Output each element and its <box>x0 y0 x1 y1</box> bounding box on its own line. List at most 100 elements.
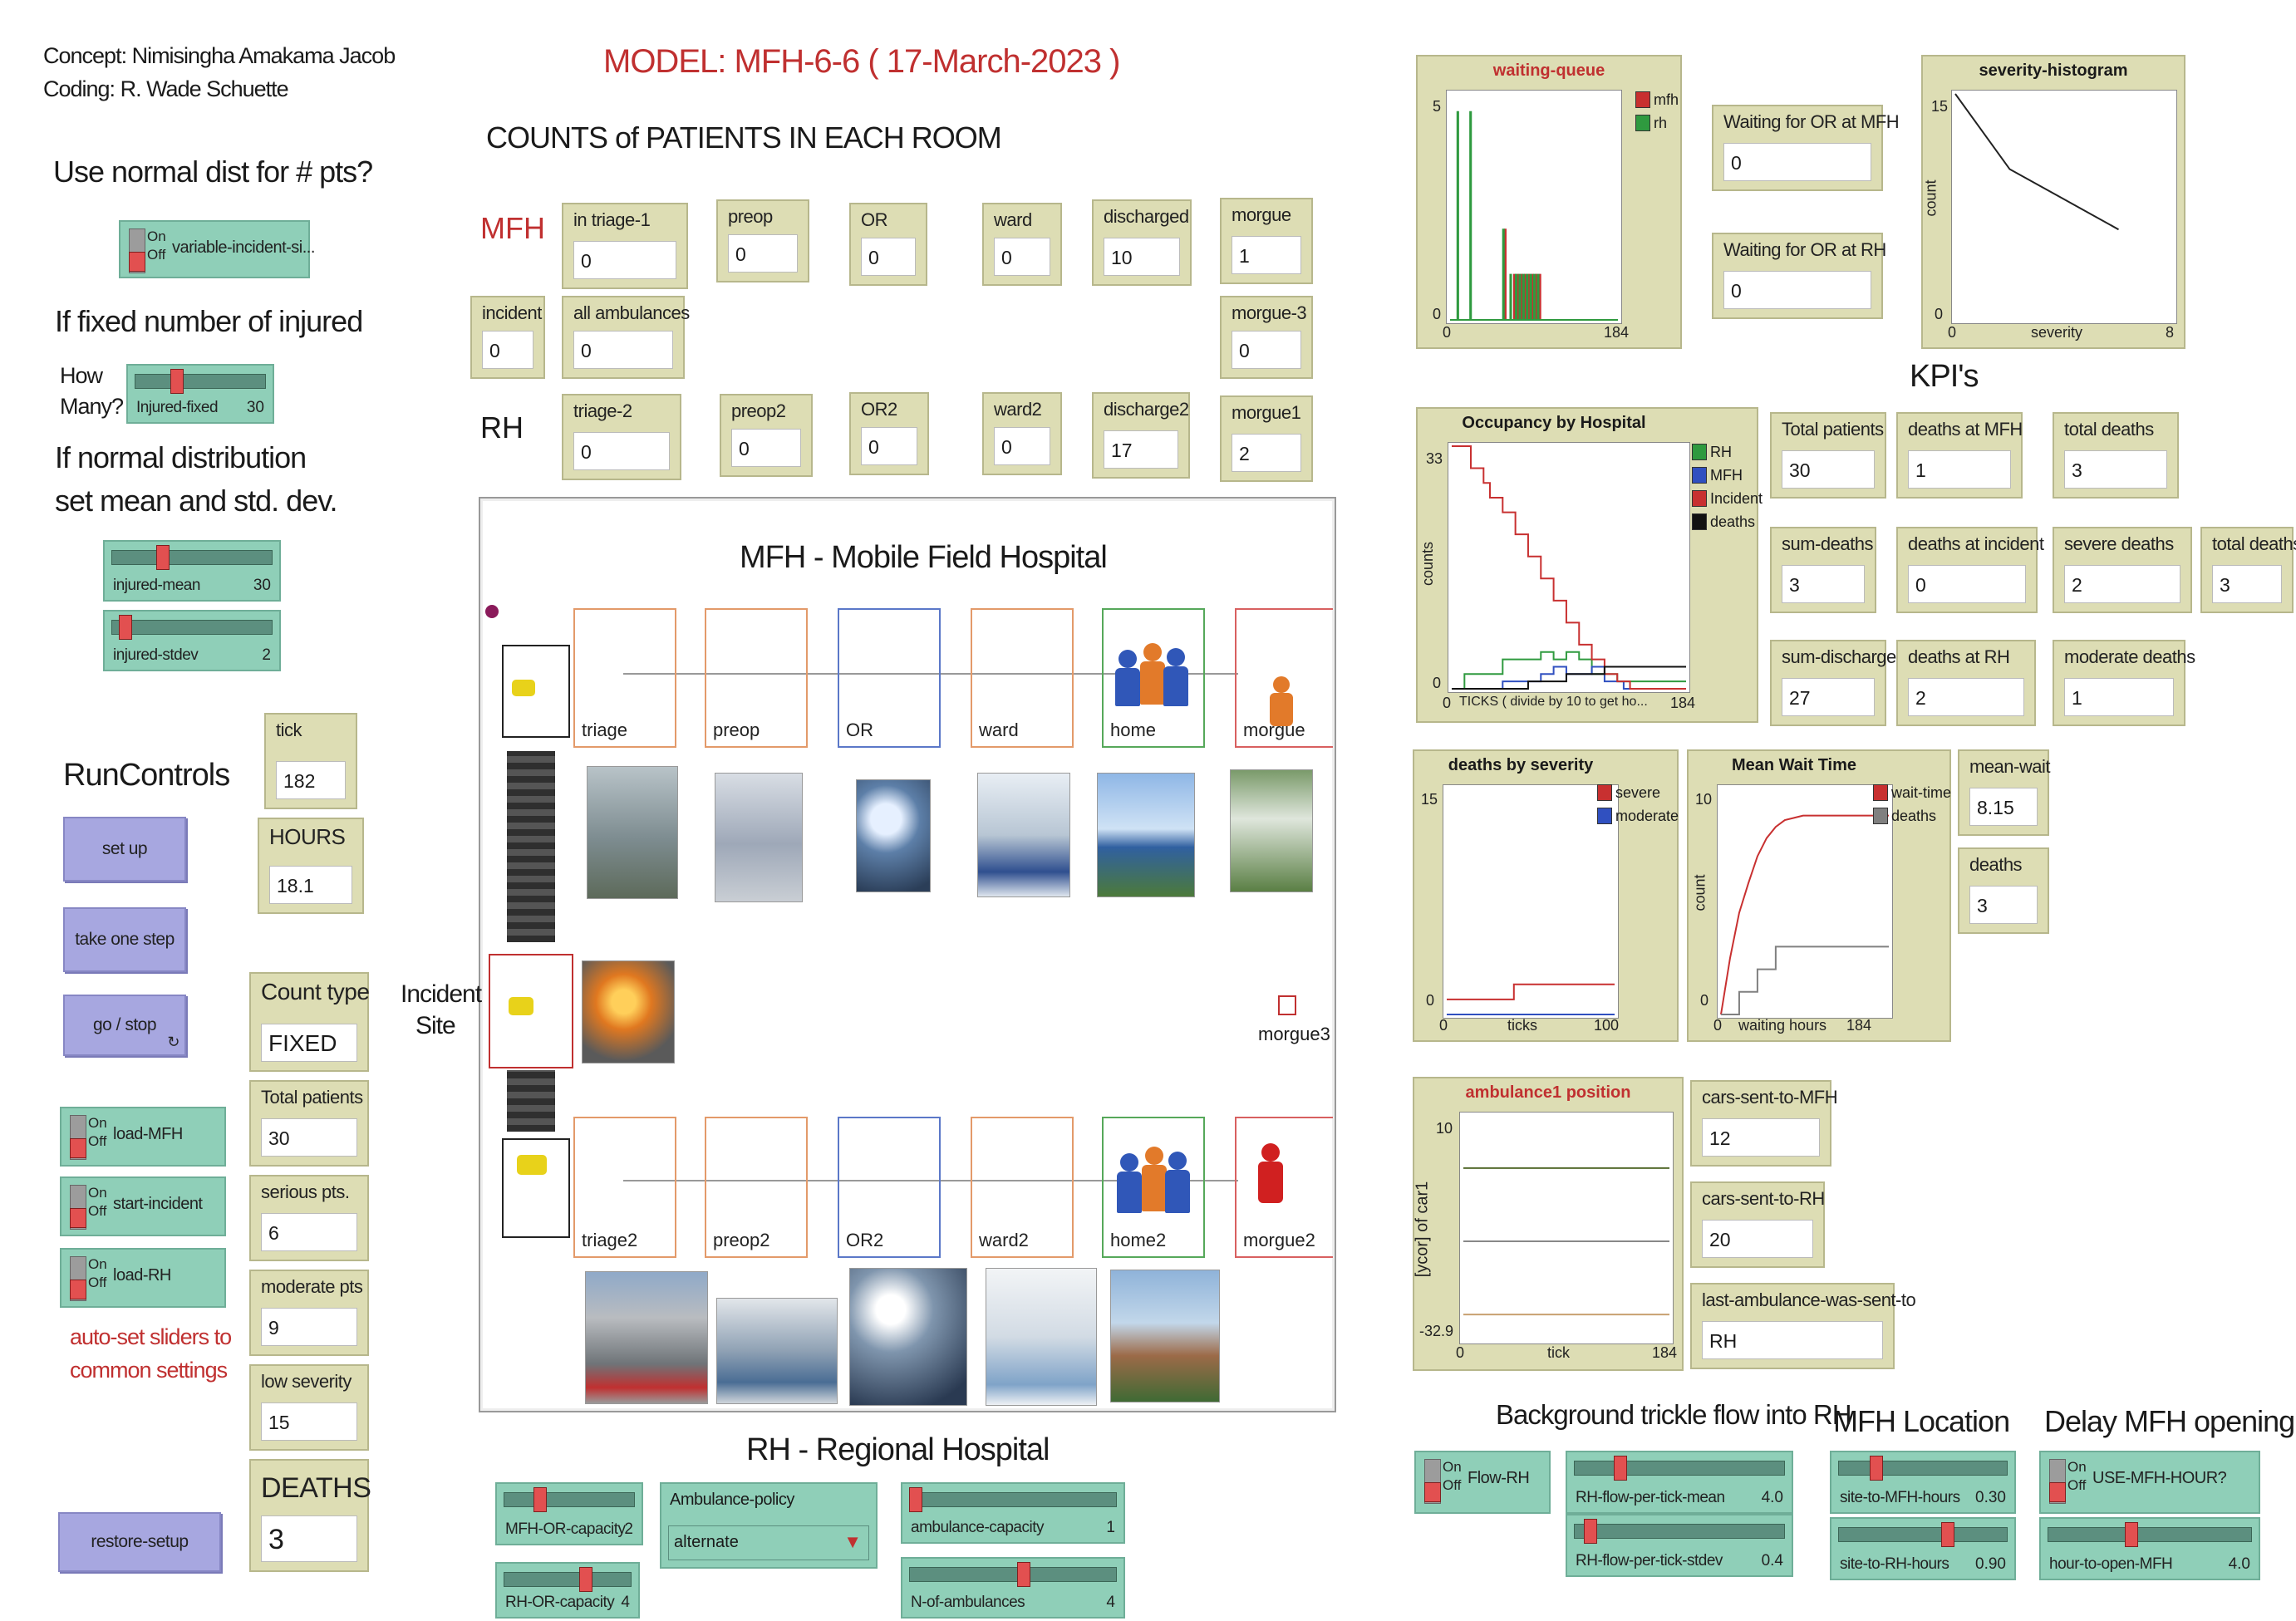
patients-group-icon <box>1115 643 1190 710</box>
rh-regional-label: RH - Regional Hospital <box>746 1432 1050 1467</box>
rh-or-capacity-slider[interactable]: RH-OR-capacity 4 <box>495 1562 640 1619</box>
series-line-deaths <box>1452 666 1686 690</box>
slider-knob[interactable] <box>119 615 132 640</box>
rh-row-label: RH <box>480 410 524 445</box>
monitor-title: Waiting for OR at RH <box>1723 239 1886 260</box>
slider-name: hour-to-open-MFH <box>2049 1555 2173 1573</box>
y-tick-min: 0 <box>1935 306 1944 322</box>
monitor-title: Count type <box>261 979 370 1005</box>
morgue3-marker <box>1278 995 1296 1015</box>
delay-mfh-label: Delay MFH opening <box>2044 1404 2295 1438</box>
legend-swatch <box>1692 444 1707 460</box>
plot-legend: RH MFH Incident deaths <box>1692 440 1763 533</box>
variable-incident-switch[interactable]: On Off variable-incident-si... <box>119 220 315 278</box>
slider-knob[interactable] <box>156 545 170 570</box>
slider-name: Injured-fixed <box>136 399 219 416</box>
monitor-value: 0 <box>1232 331 1301 369</box>
ambulance-capacity-slider[interactable]: ambulance-capacity 1 <box>901 1482 1125 1544</box>
slider-value: 0.90 <box>1975 1555 2006 1573</box>
chooser-select[interactable]: alternate ▼ <box>668 1525 869 1560</box>
rh-flow-mean-slider[interactable]: RH-flow-per-tick-mean 4.0 <box>1566 1451 1793 1514</box>
injured-fixed-slider[interactable]: Injured-fixed 30 <box>126 364 274 424</box>
slider-knob[interactable] <box>170 369 184 394</box>
ambulance-policy-chooser[interactable]: Ambulance-policy alternate ▼ <box>660 1482 878 1569</box>
site-to-rh-slider[interactable]: site-to-RH-hours 0.90 <box>1830 1517 2016 1580</box>
slider-knob[interactable] <box>533 1487 547 1512</box>
slider-name: injured-mean <box>113 577 200 594</box>
slider-knob[interactable] <box>2125 1522 2138 1547</box>
slider-track <box>1838 1461 2008 1476</box>
room-home: home <box>1102 608 1205 748</box>
rh-flow-stdev-slider[interactable]: RH-flow-per-tick-stdev 0.4 <box>1566 1514 1793 1577</box>
load-mfh-switch[interactable]: On Off load-MFH <box>60 1107 226 1167</box>
take-one-step-button[interactable]: take one step <box>63 907 186 972</box>
monitor-value: 2 <box>1232 434 1301 472</box>
chooser-value: alternate <box>674 1533 739 1551</box>
ward-monitor: ward 0 <box>982 203 1062 286</box>
legend-item: deaths <box>1873 804 1951 828</box>
legend-swatch <box>1635 115 1650 131</box>
slider-name: site-to-RH-hours <box>1840 1555 1949 1573</box>
monitor-value: 0 <box>994 238 1050 276</box>
monitor-value: 0 <box>861 238 916 276</box>
use-mfh-hour-switch[interactable]: On Off USE-MFH-HOUR? <box>2039 1451 2260 1514</box>
series-line-rh <box>1450 111 1618 321</box>
room-label: home2 <box>1110 1230 1167 1250</box>
monitor-value: 30 <box>261 1118 357 1157</box>
injured-mean-slider[interactable]: injured-mean 30 <box>103 540 281 602</box>
setup-button[interactable]: set up <box>63 817 186 882</box>
monitor-title: preop <box>728 206 773 227</box>
slider-knob[interactable] <box>1941 1522 1954 1547</box>
switch-name: load-MFH <box>113 1125 183 1143</box>
x-tick-min: 0 <box>1456 1344 1465 1361</box>
or2-photo <box>849 1268 967 1406</box>
switch-off-label: Off <box>88 1275 107 1290</box>
slider-name: ambulance-capacity <box>911 1519 1044 1536</box>
legend-swatch <box>1597 808 1612 824</box>
x-axis-label: TICKS ( divide by 10 to get ho... <box>1459 695 1648 709</box>
morgue-monitor: morgue 1 <box>1220 198 1313 284</box>
room-morgue2: morgue2 <box>1235 1117 1333 1258</box>
plot-svg <box>1450 111 1618 321</box>
slider-track <box>504 1492 635 1507</box>
mfh-or-capacity-slider[interactable]: MFH-OR-capacity 2 <box>495 1482 643 1545</box>
go-stop-button[interactable]: go / stop ↻ <box>63 995 186 1056</box>
hour-to-open-mfh-slider[interactable]: hour-to-open-MFH 4.0 <box>2039 1517 2260 1580</box>
monitor-value: FIXED <box>261 1024 357 1062</box>
series-line-rh <box>1452 651 1686 690</box>
y-tick-min: 0 <box>1700 992 1709 1009</box>
monitor-title: sum-deaths <box>1782 533 1873 554</box>
load-rh-switch[interactable]: On Off load-RH <box>60 1248 226 1308</box>
slider-knob[interactable] <box>1584 1519 1597 1544</box>
incident-site-label-2: Site <box>415 1012 456 1039</box>
slider-knob[interactable] <box>1614 1456 1627 1481</box>
restore-setup-button[interactable]: restore-setup <box>58 1512 221 1572</box>
legend-item: mfh <box>1635 88 1679 111</box>
flow-rh-switch[interactable]: On Off Flow-RH <box>1414 1451 1551 1514</box>
morgue-3-monitor: morgue-3 0 <box>1220 296 1313 379</box>
slider-knob[interactable] <box>909 1487 922 1512</box>
slider-track <box>111 620 273 635</box>
y-tick-max: 5 <box>1433 98 1442 115</box>
ward2-photo <box>986 1268 1097 1406</box>
x-axis-label: ticks <box>1507 1017 1537 1034</box>
legend-item: wait-time <box>1873 781 1951 804</box>
slider-knob[interactable] <box>579 1567 592 1592</box>
site-to-mfh-slider[interactable]: site-to-MFH-hours 0.30 <box>1830 1451 2016 1514</box>
plot-svg <box>1447 983 1615 1015</box>
switch-name: Flow-RH <box>1468 1469 1530 1487</box>
slider-knob[interactable] <box>1870 1456 1883 1481</box>
monitor-value: 9 <box>261 1308 357 1346</box>
injured-stdev-slider[interactable]: injured-stdev 2 <box>103 610 281 671</box>
start-incident-switch[interactable]: On Off start-incident <box>60 1176 226 1236</box>
plot-area <box>1951 90 2177 324</box>
slider-knob[interactable] <box>1017 1562 1030 1587</box>
switch-on-label: On <box>1443 1459 1462 1475</box>
legend-label: severe <box>1615 783 1661 801</box>
ambulance-icon <box>509 997 533 1015</box>
deaths-small-monitor: deaths 3 <box>1958 847 2049 934</box>
monitor-value: 18.1 <box>269 866 352 904</box>
n-of-ambulances-slider[interactable]: N-of-ambulances 4 <box>901 1557 1125 1619</box>
monitor-value: 8.15 <box>1969 788 2038 826</box>
switch-name: start-incident <box>113 1195 203 1213</box>
